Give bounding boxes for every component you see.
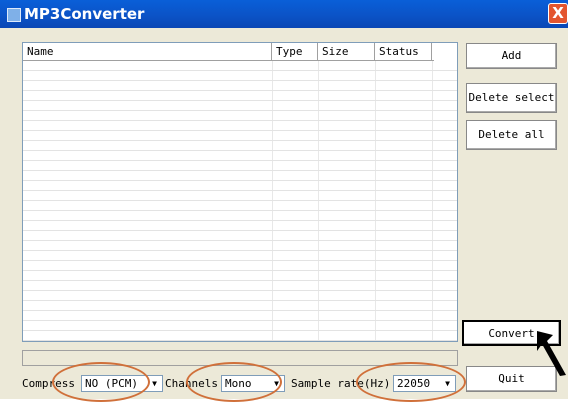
list-row[interactable]: [23, 221, 457, 231]
dropdown-arrow-icon[interactable]: ▼: [270, 377, 283, 390]
close-button[interactable]: X: [548, 3, 568, 24]
list-row[interactable]: [23, 171, 457, 181]
list-row[interactable]: [23, 151, 457, 161]
column-header-type[interactable]: Type: [272, 43, 318, 60]
delete-select-button[interactable]: Delete select: [466, 83, 557, 113]
add-button[interactable]: Add: [466, 43, 557, 69]
mp3converter-window: MP3Converter X Name Type Size Status Add…: [0, 0, 568, 402]
sample-rate-value: 22050: [397, 377, 431, 390]
list-row[interactable]: [23, 251, 457, 261]
compress-select[interactable]: NO (PCM) ▼: [81, 375, 163, 392]
list-header: Name Type Size Status: [23, 43, 434, 61]
list-row[interactable]: [23, 321, 457, 331]
list-row[interactable]: [23, 291, 457, 301]
list-row[interactable]: [23, 241, 457, 251]
list-row[interactable]: [23, 231, 457, 241]
list-row[interactable]: [23, 131, 457, 141]
list-rows: [23, 61, 457, 341]
dropdown-arrow-icon[interactable]: ▼: [441, 377, 454, 390]
column-header-status[interactable]: Status: [375, 43, 432, 60]
arrow-cursor-icon: [537, 331, 566, 376]
file-list[interactable]: Name Type Size Status: [22, 42, 458, 342]
title-bar[interactable]: MP3Converter X: [0, 0, 568, 28]
list-row[interactable]: [23, 121, 457, 131]
channels-label: Channels: [165, 377, 218, 390]
list-row[interactable]: [23, 331, 457, 341]
list-row[interactable]: [23, 181, 457, 191]
list-row[interactable]: [23, 101, 457, 111]
list-row[interactable]: [23, 281, 457, 291]
list-row[interactable]: [23, 201, 457, 211]
channels-select[interactable]: Mono ▼: [221, 375, 285, 392]
column-header-size[interactable]: Size: [318, 43, 375, 60]
list-row[interactable]: [23, 271, 457, 281]
app-icon: [7, 8, 21, 22]
list-row[interactable]: [23, 301, 457, 311]
list-row[interactable]: [23, 91, 457, 101]
delete-all-button[interactable]: Delete all: [466, 120, 557, 150]
column-header-name[interactable]: Name: [23, 43, 272, 60]
list-row[interactable]: [23, 261, 457, 271]
list-row[interactable]: [23, 311, 457, 321]
list-row[interactable]: [23, 161, 457, 171]
compress-value: NO (PCM): [85, 377, 138, 390]
sample-rate-select[interactable]: 22050 ▼: [393, 375, 456, 392]
list-row[interactable]: [23, 71, 457, 81]
list-row[interactable]: [23, 211, 457, 221]
list-row[interactable]: [23, 111, 457, 121]
channels-value: Mono: [225, 377, 252, 390]
sample-rate-label: Sample rate(Hz): [291, 377, 391, 390]
window-title: MP3Converter: [24, 5, 145, 23]
list-row[interactable]: [23, 61, 457, 71]
list-row[interactable]: [23, 191, 457, 201]
dropdown-arrow-icon[interactable]: ▼: [148, 377, 161, 390]
compress-label: Compress: [22, 377, 75, 390]
progress-bar: [22, 350, 458, 366]
list-row[interactable]: [23, 141, 457, 151]
list-row[interactable]: [23, 81, 457, 91]
